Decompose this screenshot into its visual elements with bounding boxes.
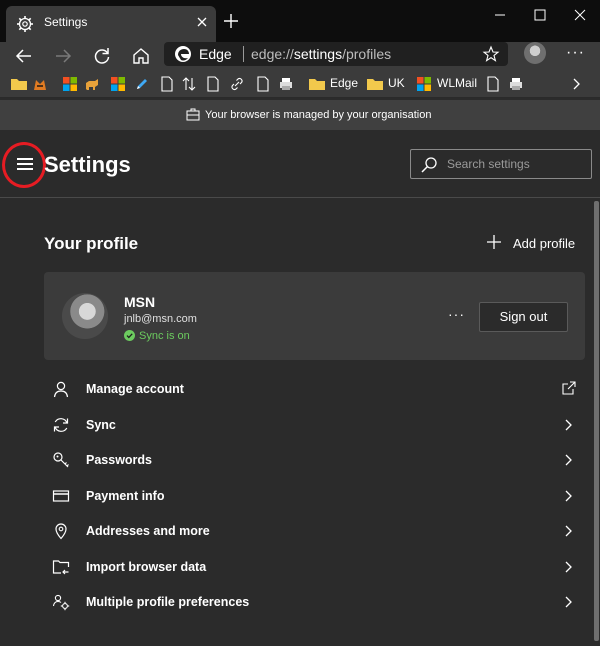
briefcase-icon (186, 108, 200, 121)
favorite-star-icon[interactable] (482, 45, 500, 63)
page-title: Settings (44, 152, 131, 177)
profiles-gear-icon (52, 594, 70, 611)
external-link-icon[interactable] (561, 380, 577, 396)
pencil-favicon-icon[interactable] (134, 76, 150, 92)
gear-icon (17, 16, 33, 32)
maximize-icon[interactable] (531, 6, 549, 24)
address-bar[interactable]: Edge edge://settings/profiles (164, 42, 508, 66)
setting-row-addresses[interactable]: Addresses and more (44, 514, 585, 549)
favorites-bar: Edge UK WLMail (0, 70, 600, 98)
edge-logo-icon (175, 46, 191, 62)
chevron-right-icon[interactable] (570, 76, 582, 92)
settings-tab[interactable]: Settings (6, 6, 216, 42)
printer-icon[interactable] (278, 76, 294, 92)
profile-email: jnlb@msn.com (124, 313, 197, 325)
forward-arrow-icon[interactable] (52, 45, 74, 67)
close-window-icon[interactable] (571, 6, 589, 24)
setting-row-manage-account[interactable]: Manage account (44, 372, 585, 407)
favorite-label[interactable]: UK (388, 76, 405, 90)
folder-icon[interactable] (10, 76, 28, 92)
windows-logo-icon[interactable] (110, 76, 126, 92)
avatar (62, 293, 108, 339)
profile-more-icon[interactable]: ··· (448, 306, 465, 322)
new-tab-icon[interactable] (222, 12, 240, 30)
credit-card-icon (52, 490, 70, 502)
setting-row-multiple-profile-preferences[interactable]: Multiple profile preferences (44, 585, 585, 620)
link-icon[interactable] (230, 76, 244, 92)
managed-banner-text[interactable]: Your browser is managed by your organisa… (205, 109, 431, 121)
chevron-right-icon (565, 596, 572, 608)
managed-banner: Your browser is managed by your organisa… (0, 100, 600, 130)
chevron-right-icon (565, 454, 572, 466)
plus-icon (487, 235, 501, 249)
printer-icon[interactable] (508, 76, 524, 92)
url-text: edge://settings/profiles (251, 46, 392, 62)
more-menu-icon[interactable]: ··· (566, 44, 585, 62)
page-icon[interactable] (160, 76, 174, 92)
search-settings-box[interactable] (410, 149, 592, 179)
setting-row-import-browser-data[interactable]: Import browser data (44, 550, 585, 585)
setting-row-label: Multiple profile preferences (86, 595, 250, 609)
person-icon (53, 381, 69, 398)
search-icon (421, 157, 437, 173)
tab-strip: Settings (0, 0, 600, 42)
setting-row-payment-info[interactable]: Payment info (44, 479, 585, 514)
sync-icon (53, 418, 69, 432)
chevron-right-icon (565, 490, 572, 502)
page-icon[interactable] (486, 76, 500, 92)
folder-icon[interactable] (366, 76, 384, 92)
windows-logo-icon[interactable] (416, 76, 432, 92)
favorite-label[interactable]: WLMail (437, 76, 477, 90)
sign-out-button[interactable]: Sign out (479, 302, 568, 332)
minimize-icon[interactable] (491, 6, 509, 24)
page-icon[interactable] (206, 76, 220, 92)
address-separator (243, 46, 244, 62)
tiger-favicon-icon[interactable] (32, 76, 48, 92)
setting-row-label: Manage account (86, 382, 184, 396)
chevron-right-icon (565, 525, 572, 537)
profile-avatar-button[interactable] (524, 42, 546, 64)
header-divider (0, 197, 600, 198)
chevron-right-icon (565, 561, 572, 573)
setting-row-label: Sync (86, 418, 116, 432)
profile-card: MSN jnlb@msn.com Sync is on ··· Sign out (44, 272, 585, 360)
close-tab-icon[interactable] (194, 14, 210, 30)
setting-row-label: Payment info (86, 489, 165, 503)
setting-row-label: Import browser data (86, 560, 207, 574)
sync-status-text: Sync is on (139, 330, 190, 342)
folder-icon[interactable] (308, 76, 326, 92)
add-profile-label: Add profile (513, 236, 576, 251)
back-arrow-icon[interactable] (13, 45, 35, 67)
page-icon[interactable] (256, 76, 270, 92)
navigation-toolbar: Edge edge://settings/profiles ··· (0, 42, 600, 70)
refresh-icon[interactable] (91, 45, 113, 67)
tab-title: Settings (44, 15, 88, 29)
sort-arrows-icon[interactable] (182, 76, 196, 92)
hamburger-menu-icon[interactable] (17, 158, 33, 170)
setting-row-passwords[interactable]: Passwords (44, 443, 585, 478)
section-heading: Your profile (44, 234, 139, 253)
windows-logo-icon[interactable] (62, 76, 78, 92)
location-pin-icon (55, 523, 67, 540)
setting-row-sync[interactable]: Sync (44, 408, 585, 443)
edge-brand-label: Edge (199, 46, 232, 62)
home-icon[interactable] (130, 45, 152, 67)
profile-name: MSN (124, 294, 156, 310)
setting-row-label: Addresses and more (86, 524, 210, 538)
chevron-right-icon (565, 419, 572, 431)
setting-row-label: Passwords (86, 453, 153, 467)
favorite-label[interactable]: Edge (330, 76, 358, 90)
search-input[interactable] (447, 155, 587, 173)
check-circle-icon (124, 330, 135, 341)
import-folder-icon (52, 560, 70, 575)
dog-favicon-icon[interactable] (84, 76, 100, 92)
scrollbar-thumb[interactable] (594, 201, 599, 641)
key-icon (53, 452, 69, 468)
